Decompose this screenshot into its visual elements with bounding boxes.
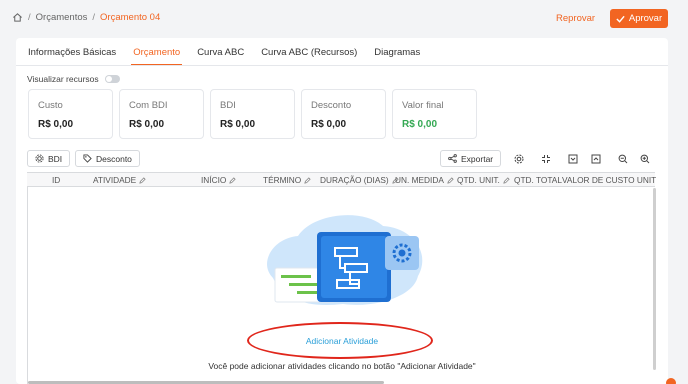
column-termino[interactable]: TÉRMINO	[263, 175, 311, 185]
resources-toggle-row: Visualizar recursos	[27, 74, 120, 84]
zoom-in-icon[interactable]	[636, 150, 654, 167]
resources-toggle[interactable]	[104, 75, 120, 83]
discount-button[interactable]: Desconto	[75, 150, 140, 167]
export-button-label: Exportar	[461, 153, 494, 164]
settings-icon[interactable]	[510, 150, 528, 167]
collapse-down-icon[interactable]	[564, 150, 582, 167]
tab-curva-abc[interactable]: Curva ABC	[197, 46, 244, 66]
tab-orcamento[interactable]: Orçamento	[131, 46, 183, 66]
column-inicio[interactable]: INÍCIO	[201, 175, 236, 185]
metric-label: Desconto	[311, 100, 352, 111]
column-id[interactable]: ID	[52, 175, 60, 185]
metric-label: BDI	[220, 100, 236, 111]
column-qtd-total-label: QTD. TOTAL	[514, 175, 562, 185]
resources-toggle-label: Visualizar recursos	[27, 74, 99, 84]
metric-value: R$ 0,00	[311, 119, 347, 130]
share-icon	[448, 154, 457, 163]
tab-curva-abc-recursos[interactable]: Curva ABC (Recursos)	[261, 46, 357, 66]
table-header: ID ATIVIDADE INÍCIO TÉRMINO DURAÇÃO (DIA…	[27, 172, 656, 187]
metric-valor-final: Valor final R$ 0,00	[392, 89, 477, 139]
edit-icon	[229, 176, 236, 184]
gear-icon	[35, 154, 44, 163]
metric-label: Custo	[38, 100, 63, 111]
reject-button[interactable]: Reprovar	[556, 13, 595, 24]
approve-button[interactable]: Aprovar	[610, 9, 668, 28]
highlight-annotation	[247, 322, 433, 359]
metric-bdi: BDI R$ 0,00	[210, 89, 295, 139]
metric-value: R$ 0,00	[129, 119, 165, 130]
fullscreen-icon[interactable]	[537, 150, 555, 167]
metric-value: R$ 0,00	[402, 119, 438, 130]
empty-state-illustration	[267, 215, 423, 305]
breadcrumb-separator: /	[28, 12, 31, 23]
metric-label: Com BDI	[129, 100, 168, 111]
edit-icon	[503, 176, 510, 184]
expand-up-icon[interactable]	[587, 150, 605, 167]
metric-custo: Custo R$ 0,00	[28, 89, 113, 139]
bdi-button-label: BDI	[48, 153, 63, 164]
column-qtd-total[interactable]: QTD. TOTAL	[514, 175, 562, 185]
tab-informacoes-basicas[interactable]: Informações Básicas	[28, 46, 116, 66]
metric-desconto: Desconto R$ 0,00	[301, 89, 386, 139]
approve-button-label: Aprovar	[628, 13, 663, 24]
column-un-medida-label: UN. MEDIDA	[395, 175, 444, 185]
check-icon	[616, 15, 625, 23]
breadcrumb-item-orcamentos[interactable]: Orçamentos	[36, 12, 88, 23]
empty-state-hint: Você pode adicionar atividades clicando …	[208, 361, 476, 371]
tab-bar: Informações Básicas Orçamento Curva ABC …	[28, 46, 437, 66]
zoom-out-icon[interactable]	[614, 150, 632, 167]
column-valor-custo-unit[interactable]: VALOR DE CUSTO UNIT	[562, 175, 656, 185]
column-atividade[interactable]: ATIVIDADE	[93, 175, 146, 185]
column-qtd-unit[interactable]: QTD. UNIT.	[457, 175, 510, 185]
metric-label: Valor final	[402, 100, 444, 111]
metric-value: R$ 0,00	[38, 119, 74, 130]
metric-com-bdi: Com BDI R$ 0,00	[119, 89, 204, 139]
column-atividade-label: ATIVIDADE	[93, 175, 137, 185]
column-inicio-label: INÍCIO	[201, 175, 227, 185]
breadcrumb-item-current: Orçamento 04	[100, 12, 161, 23]
column-id-label: ID	[52, 175, 61, 185]
discount-button-label: Desconto	[96, 153, 132, 164]
bdi-button[interactable]: BDI	[27, 150, 71, 167]
home-icon[interactable]	[12, 12, 23, 23]
column-duracao-label: DURAÇÃO (DIAS)	[320, 175, 389, 185]
tag-icon	[83, 154, 92, 163]
edit-icon	[304, 176, 311, 184]
column-un-medida[interactable]: UN. MEDIDA	[395, 175, 454, 185]
breadcrumb-separator: /	[92, 12, 96, 23]
metric-value: R$ 0,00	[220, 119, 256, 130]
breadcrumb: / Orçamentos / Orçamento 04	[12, 12, 160, 23]
column-duracao[interactable]: DURAÇÃO (DIAS)	[320, 175, 399, 185]
column-qtd-unit-label: QTD. UNIT.	[457, 175, 500, 185]
budget-card: Informações Básicas Orçamento Curva ABC …	[16, 38, 668, 384]
export-button[interactable]: Exportar	[440, 150, 502, 167]
edit-icon	[139, 176, 146, 184]
edit-icon	[447, 176, 454, 184]
tab-divider	[16, 65, 668, 66]
column-valor-custo-unit-label: VALOR DE CUSTO UNIT	[562, 175, 657, 185]
column-termino-label: TÉRMINO	[263, 175, 302, 185]
top-bar: / Orçamentos / Orçamento 04 Reprovar Apr…	[0, 0, 688, 36]
tab-diagramas[interactable]: Diagramas	[374, 46, 420, 66]
help-bubble[interactable]	[666, 378, 676, 384]
